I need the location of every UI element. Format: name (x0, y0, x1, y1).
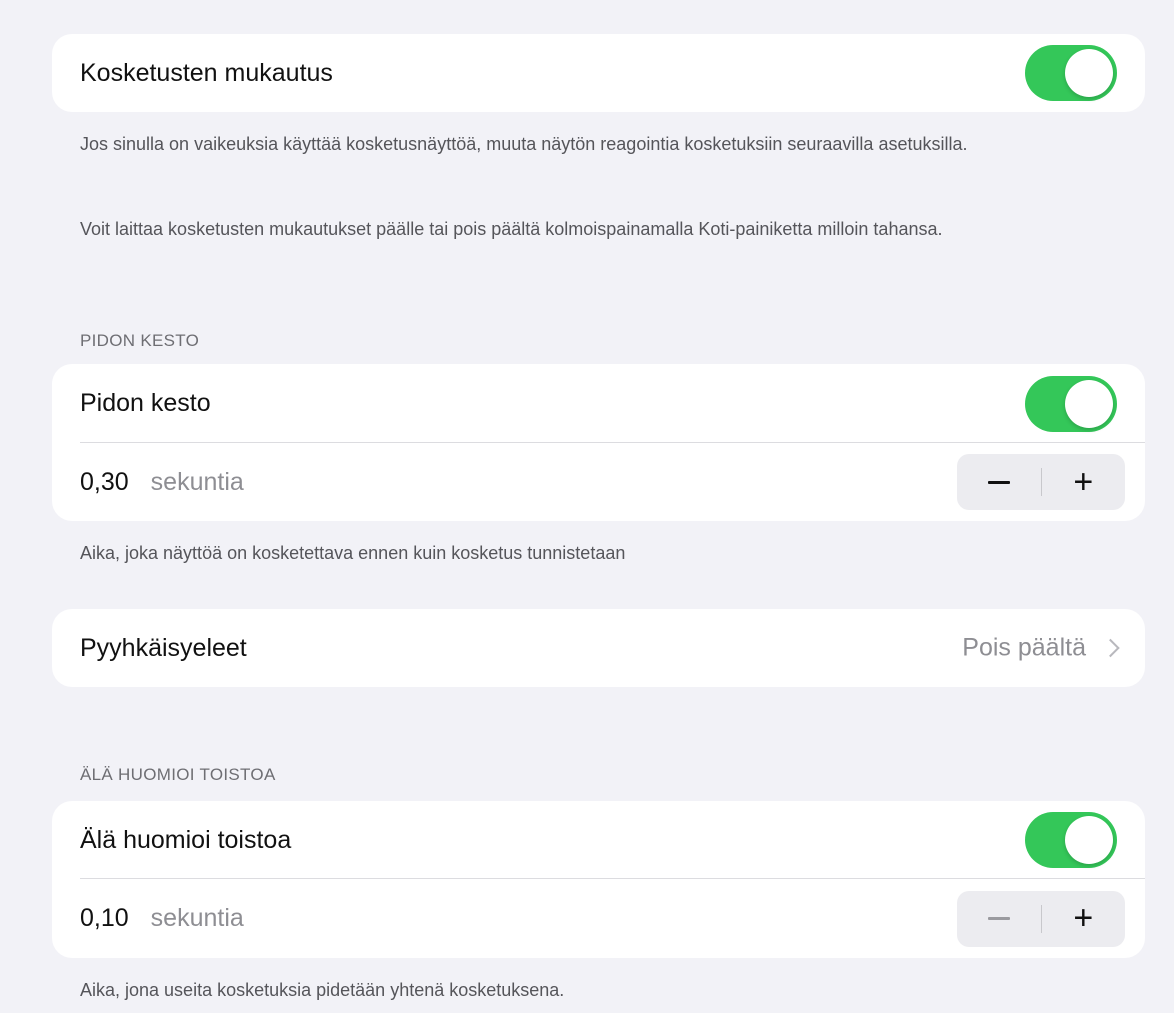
minus-icon (987, 917, 1010, 920)
ignore-repeat-value-row: 0,10 sekuntia + (52, 879, 1145, 958)
ignore-repeat-description: Aika, jona useita kosketuksia pidetään y… (80, 980, 565, 1000)
swipe-gestures-card[interactable]: Pyyhkäisyeleet Pois päältä (52, 609, 1145, 687)
chevron-right-icon (1101, 638, 1120, 658)
ignore-repeat-label: Älä huomioi toistoa (80, 825, 292, 854)
touch-accommodations-shortcut-note: Voit laittaa kosketusten mukautukset pää… (80, 219, 943, 239)
swipe-gestures-detail: Pois päältä (962, 633, 1120, 663)
hold-duration-description: Aika, joka näyttöä on kosketettava ennen… (80, 543, 626, 563)
ignore-repeat-unit: sekuntia (150, 904, 244, 932)
ignore-repeat-row: Älä huomioi toistoa (52, 801, 1145, 879)
ignore-repeat-card: Älä huomioi toistoa 0,10 sekuntia + (52, 801, 1145, 958)
touch-accommodations-toggle[interactable] (1025, 45, 1117, 101)
hold-duration-card: Pidon kesto 0,30 sekuntia + (52, 364, 1145, 521)
ignore-repeat-stepper[interactable]: + (957, 890, 1126, 947)
toggle-knob (1065, 816, 1113, 864)
swipe-gestures-row[interactable]: Pyyhkäisyeleet Pois päältä (52, 609, 1145, 687)
touch-accommodations-label: Kosketusten mukautus (80, 58, 333, 87)
hold-duration-value-row: 0,30 sekuntia + (52, 443, 1145, 521)
hold-duration-row: Pidon kesto (52, 364, 1145, 443)
toggle-knob (1065, 49, 1113, 97)
hold-duration-stepper[interactable]: + (957, 454, 1125, 510)
hold-duration-value: 0,30 (80, 467, 129, 496)
touch-accommodations-description: Jos sinulla on vaikeuksia käyttää kosket… (80, 134, 968, 154)
decrement-button[interactable] (957, 454, 1041, 510)
hold-duration-unit: sekuntia (150, 467, 244, 496)
decrement-button[interactable] (957, 891, 1041, 947)
touch-accommodations-row: Kosketusten mukautus (52, 34, 1145, 112)
minus-icon (987, 480, 1010, 484)
hold-duration-label: Pidon kesto (80, 389, 211, 417)
ignore-repeat-value: 0,10 (80, 904, 129, 932)
hold-duration-section-header: PIDON KESTO (80, 331, 200, 350)
hold-duration-toggle[interactable] (1025, 375, 1117, 432)
toggle-knob (1065, 379, 1113, 428)
touch-accommodations-card: Kosketusten mukautus (52, 34, 1145, 112)
increment-button[interactable]: + (1042, 454, 1126, 510)
settings-page: Kosketusten mukautus Jos sinulla on vaik… (0, 0, 1174, 1013)
swipe-gestures-label: Pyyhkäisyeleet (80, 633, 247, 662)
swipe-gestures-value: Pois päältä (962, 633, 1086, 662)
ignore-repeat-section-header: ÄLÄ HUOMIOI TOISTOA (80, 765, 276, 784)
increment-button[interactable]: + (1042, 891, 1126, 947)
ignore-repeat-toggle[interactable] (1025, 812, 1117, 868)
